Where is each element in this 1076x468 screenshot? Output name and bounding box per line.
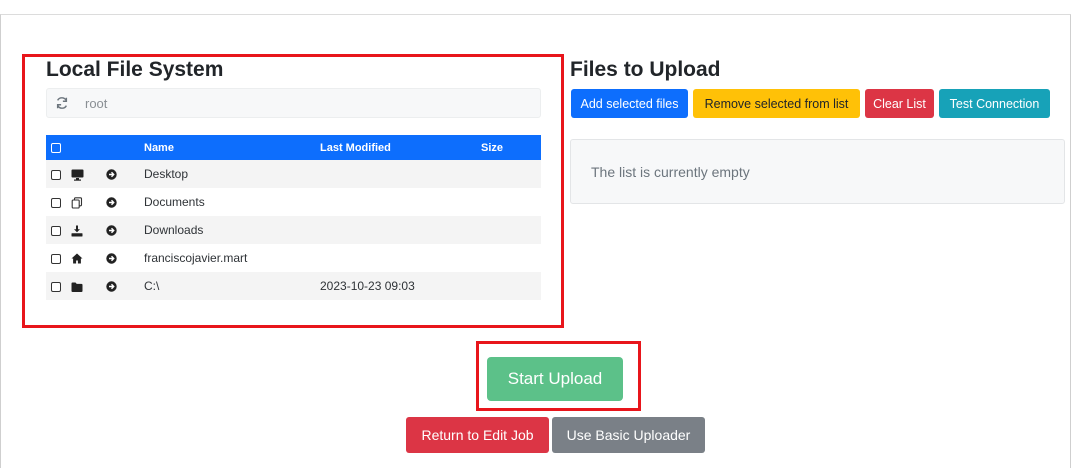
table-row[interactable]: Desktop — [46, 160, 541, 188]
file-size — [481, 216, 541, 244]
table-row[interactable]: Downloads — [46, 216, 541, 244]
add-selected-files-button[interactable]: Add selected files — [571, 89, 688, 118]
open-folder-arrow-icon[interactable] — [106, 197, 117, 209]
open-folder-arrow-icon[interactable] — [106, 225, 117, 237]
row-checkbox[interactable] — [51, 225, 61, 236]
test-connection-button[interactable]: Test Connection — [939, 89, 1050, 118]
file-name[interactable]: Desktop — [144, 160, 320, 188]
file-size — [481, 244, 541, 272]
refresh-icon[interactable] — [55, 96, 69, 110]
table-header-row: Name Last Modified Size — [46, 135, 541, 160]
file-size — [481, 272, 541, 300]
file-name[interactable]: Documents — [144, 188, 320, 216]
download-icon — [71, 225, 83, 237]
return-to-edit-job-button[interactable]: Return to Edit Job — [406, 417, 549, 453]
column-header-size[interactable]: Size — [481, 135, 541, 160]
path-bar: root — [46, 88, 541, 118]
table-row[interactable]: franciscojavier.mart — [46, 244, 541, 272]
empty-list-message: The list is currently empty — [591, 163, 750, 180]
clear-list-button[interactable]: Clear List — [865, 89, 934, 118]
file-size — [481, 160, 541, 188]
home-icon — [71, 253, 83, 264]
files-to-upload-title: Files to Upload — [570, 58, 721, 81]
use-basic-uploader-button[interactable]: Use Basic Uploader — [552, 417, 705, 453]
local-file-system-title: Local File System — [46, 58, 224, 81]
file-modified — [320, 188, 481, 216]
table-row[interactable]: C:\ 2023-10-23 09:03 — [46, 272, 541, 300]
open-folder-arrow-icon[interactable] — [106, 253, 117, 265]
upload-list: The list is currently empty — [570, 139, 1065, 204]
column-header-modified[interactable]: Last Modified — [320, 135, 481, 160]
file-name[interactable]: Downloads — [144, 216, 320, 244]
open-folder-arrow-icon[interactable] — [106, 169, 117, 181]
select-all-checkbox[interactable] — [51, 142, 61, 153]
path-text: root — [85, 95, 108, 111]
file-size — [481, 188, 541, 216]
column-header-name[interactable]: Name — [144, 135, 320, 160]
row-checkbox[interactable] — [51, 197, 61, 208]
file-modified: 2023-10-23 09:03 — [320, 272, 481, 300]
local-files-table: Name Last Modified Size Desktop Document… — [46, 135, 541, 300]
row-checkbox[interactable] — [51, 253, 61, 264]
folder-icon — [71, 282, 83, 292]
file-modified — [320, 160, 481, 188]
file-modified — [320, 216, 481, 244]
file-name[interactable]: franciscojavier.mart — [144, 244, 320, 272]
start-upload-button[interactable]: Start Upload — [487, 357, 623, 401]
row-checkbox[interactable] — [51, 281, 61, 292]
file-name[interactable]: C:\ — [144, 272, 320, 300]
file-modified — [320, 244, 481, 272]
table-row[interactable]: Documents — [46, 188, 541, 216]
remove-selected-button[interactable]: Remove selected from list — [693, 89, 860, 118]
documents-icon — [71, 197, 83, 209]
row-checkbox[interactable] — [51, 169, 61, 180]
monitor-icon — [71, 169, 84, 181]
open-folder-arrow-icon[interactable] — [106, 281, 117, 293]
